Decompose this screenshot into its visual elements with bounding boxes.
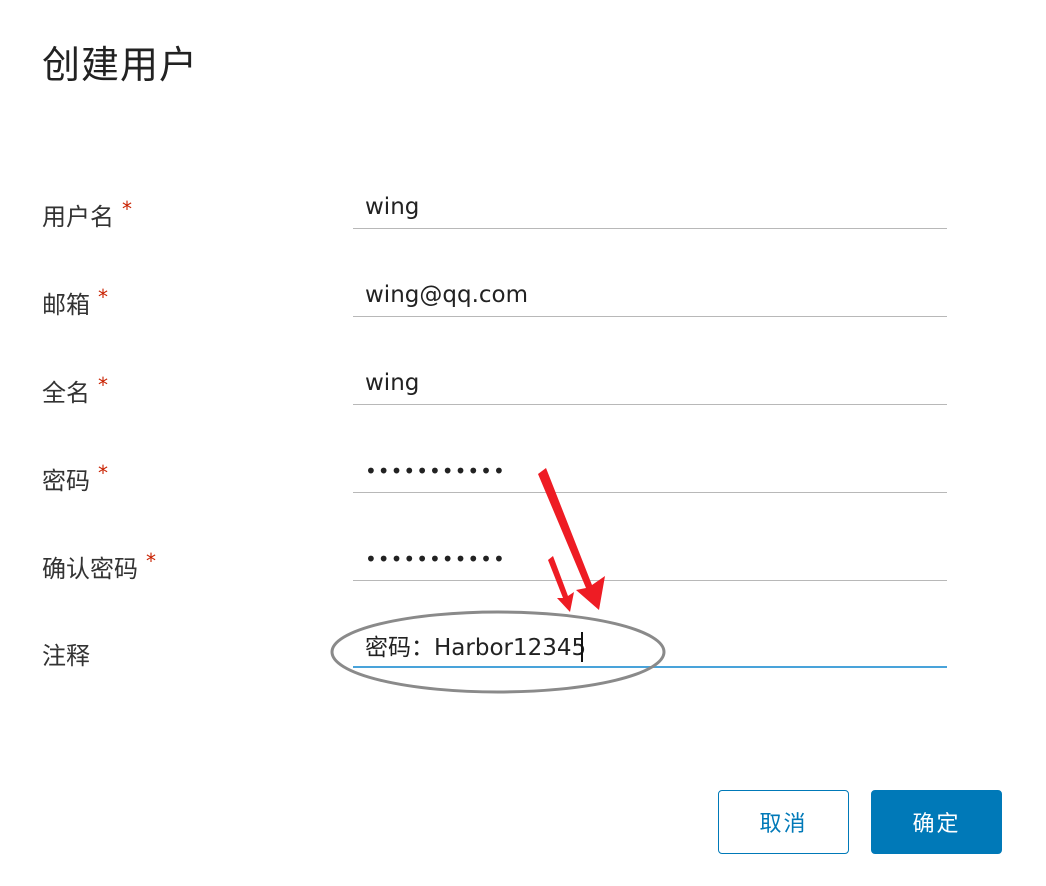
comment-label: 注释 bbox=[42, 642, 90, 670]
required-mark: * bbox=[122, 197, 132, 221]
form-row-comment: 注释 bbox=[0, 624, 1046, 684]
required-mark: * bbox=[146, 549, 156, 573]
form-row-fullname: 全名 * bbox=[0, 361, 1046, 421]
confirm-button[interactable]: 确定 bbox=[871, 790, 1002, 854]
confirm-password-label: 确认密码 * bbox=[42, 549, 156, 583]
create-user-form: 用户名* 邮箱* 全名* 密码* 确认密码* 注释 bbox=[0, 0, 1046, 886]
required-mark: * bbox=[98, 285, 108, 309]
fullname-input[interactable] bbox=[353, 361, 947, 405]
cancel-button[interactable]: 取消 bbox=[718, 790, 849, 854]
form-row-username: 用户名 * bbox=[0, 185, 1046, 245]
required-mark: * bbox=[98, 373, 108, 397]
password-input[interactable] bbox=[353, 449, 947, 493]
comment-input[interactable] bbox=[353, 624, 947, 668]
email-input[interactable] bbox=[353, 273, 947, 317]
text-caret bbox=[581, 632, 583, 662]
fullname-label: 全名 * bbox=[42, 373, 108, 407]
username-input[interactable] bbox=[353, 185, 947, 229]
required-mark: * bbox=[98, 461, 108, 485]
form-row-email: 邮箱 * bbox=[0, 273, 1046, 333]
form-row-password: 密码 * bbox=[0, 449, 1046, 509]
password-label: 密码 * bbox=[42, 461, 108, 495]
email-label: 邮箱 * bbox=[42, 285, 108, 319]
username-label: 用户名 * bbox=[42, 197, 132, 231]
form-row-confirm-password: 确认密码 * bbox=[0, 537, 1046, 597]
confirm-password-input[interactable] bbox=[353, 537, 947, 581]
